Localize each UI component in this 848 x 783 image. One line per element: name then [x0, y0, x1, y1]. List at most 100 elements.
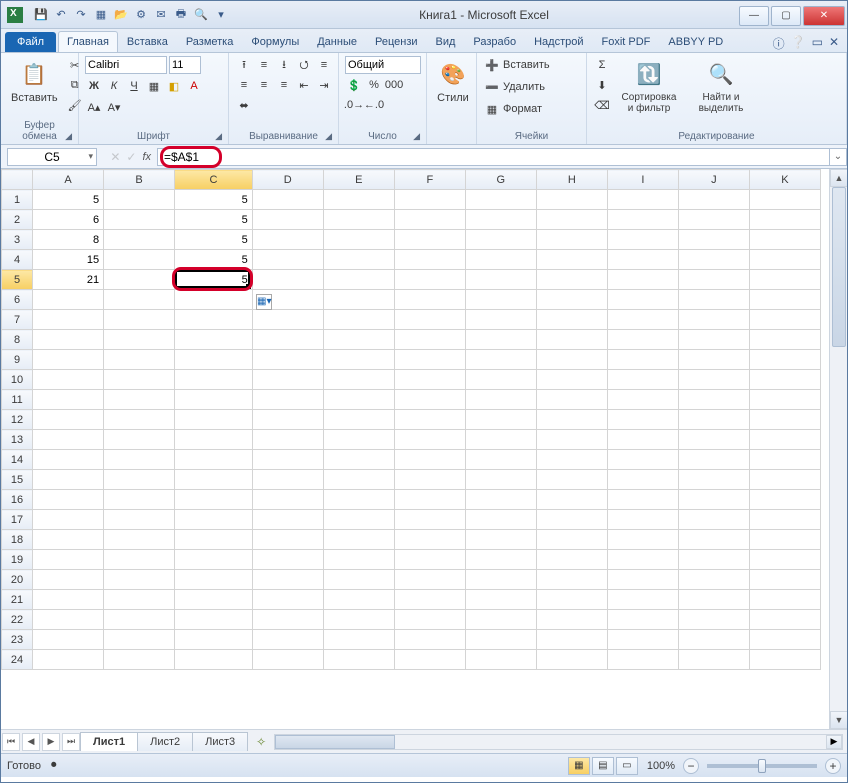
- cell-E11[interactable]: [323, 390, 394, 410]
- cell-E21[interactable]: [323, 590, 394, 610]
- cell-G3[interactable]: [465, 230, 536, 250]
- orientation-icon[interactable]: ⭯: [295, 56, 313, 74]
- clear-icon[interactable]: ⌫: [593, 96, 611, 114]
- cell-C15[interactable]: [175, 470, 253, 490]
- cell-A9[interactable]: [33, 350, 104, 370]
- cell-F9[interactable]: [394, 350, 465, 370]
- tab-file[interactable]: Файл: [5, 32, 56, 52]
- cell-H4[interactable]: [536, 250, 607, 270]
- cell-I10[interactable]: [607, 370, 678, 390]
- cell-K12[interactable]: [749, 410, 820, 430]
- cell-G1[interactable]: [465, 190, 536, 210]
- cell-F5[interactable]: [394, 270, 465, 290]
- cell-G24[interactable]: [465, 650, 536, 670]
- delete-cells-icon[interactable]: ➖: [483, 78, 501, 96]
- cell-G21[interactable]: [465, 590, 536, 610]
- tab-формулы[interactable]: Формулы: [242, 31, 308, 52]
- cell-H1[interactable]: [536, 190, 607, 210]
- qat-redo-icon[interactable]: ↷: [73, 7, 89, 23]
- cell-E4[interactable]: [323, 250, 394, 270]
- cell-K6[interactable]: [749, 290, 820, 310]
- font-launcher-icon[interactable]: ◢: [215, 131, 222, 142]
- help-icon[interactable]: ❔: [791, 35, 806, 52]
- cell-B19[interactable]: [104, 550, 175, 570]
- cell-I11[interactable]: [607, 390, 678, 410]
- cell-C13[interactable]: [175, 430, 253, 450]
- cell-D11[interactable]: [252, 390, 323, 410]
- cell-D18[interactable]: [252, 530, 323, 550]
- cell-B18[interactable]: [104, 530, 175, 550]
- cell-G15[interactable]: [465, 470, 536, 490]
- align-bottom-icon[interactable]: ⭳: [275, 56, 293, 74]
- cell-E13[interactable]: [323, 430, 394, 450]
- tab-рецензи[interactable]: Рецензи: [366, 31, 427, 52]
- cell-D19[interactable]: [252, 550, 323, 570]
- row-header-1[interactable]: 1: [2, 190, 33, 210]
- row-header-3[interactable]: 3: [2, 230, 33, 250]
- minimize-ribbon-icon[interactable]: ⓘ: [773, 35, 785, 52]
- col-header-E[interactable]: E: [323, 170, 394, 190]
- vertical-scrollbar[interactable]: ▲ ▼: [829, 169, 847, 729]
- cell-I13[interactable]: [607, 430, 678, 450]
- cell-B1[interactable]: [104, 190, 175, 210]
- cell-D12[interactable]: [252, 410, 323, 430]
- cell-G9[interactable]: [465, 350, 536, 370]
- cell-G19[interactable]: [465, 550, 536, 570]
- cell-C22[interactable]: [175, 610, 253, 630]
- cell-C5[interactable]: 5: [175, 270, 253, 290]
- cell-B24[interactable]: [104, 650, 175, 670]
- row-header-7[interactable]: 7: [2, 310, 33, 330]
- cell-C20[interactable]: [175, 570, 253, 590]
- macro-record-icon[interactable]: ⏺: [51, 759, 57, 772]
- cell-D24[interactable]: [252, 650, 323, 670]
- cell-K13[interactable]: [749, 430, 820, 450]
- cell-I21[interactable]: [607, 590, 678, 610]
- cell-E19[interactable]: [323, 550, 394, 570]
- cell-E23[interactable]: [323, 630, 394, 650]
- cell-H15[interactable]: [536, 470, 607, 490]
- qat-customize-icon[interactable]: ▾: [213, 7, 229, 23]
- cell-H19[interactable]: [536, 550, 607, 570]
- sheet-tab-Лист3[interactable]: Лист3: [192, 732, 248, 751]
- cell-I23[interactable]: [607, 630, 678, 650]
- cell-I3[interactable]: [607, 230, 678, 250]
- cell-B9[interactable]: [104, 350, 175, 370]
- cell-H7[interactable]: [536, 310, 607, 330]
- cell-A1[interactable]: 5: [33, 190, 104, 210]
- tab-разрабо[interactable]: Разрабо: [464, 31, 525, 52]
- qat-undo-icon[interactable]: ↶: [53, 7, 69, 23]
- cell-I5[interactable]: [607, 270, 678, 290]
- cell-J17[interactable]: [678, 510, 749, 530]
- cell-D21[interactable]: [252, 590, 323, 610]
- cell-J20[interactable]: [678, 570, 749, 590]
- cell-H17[interactable]: [536, 510, 607, 530]
- col-header-I[interactable]: I: [607, 170, 678, 190]
- row-header-22[interactable]: 22: [2, 610, 33, 630]
- cell-F10[interactable]: [394, 370, 465, 390]
- view-page-break-icon[interactable]: ▭: [616, 757, 638, 775]
- row-header-4[interactable]: 4: [2, 250, 33, 270]
- cell-I2[interactable]: [607, 210, 678, 230]
- cell-J21[interactable]: [678, 590, 749, 610]
- align-middle-icon[interactable]: ≡: [255, 56, 273, 74]
- cell-E10[interactable]: [323, 370, 394, 390]
- merge-button[interactable]: ⬌: [235, 96, 253, 114]
- cell-I18[interactable]: [607, 530, 678, 550]
- cell-D3[interactable]: [252, 230, 323, 250]
- cell-H3[interactable]: [536, 230, 607, 250]
- cell-K17[interactable]: [749, 510, 820, 530]
- col-header-G[interactable]: G: [465, 170, 536, 190]
- row-header-23[interactable]: 23: [2, 630, 33, 650]
- cell-B17[interactable]: [104, 510, 175, 530]
- sheet-tab-Лист1[interactable]: Лист1: [80, 732, 138, 751]
- sheet-nav-prev-icon[interactable]: ◀: [22, 733, 40, 751]
- qat-open-icon[interactable]: 📂: [113, 7, 129, 23]
- cell-F22[interactable]: [394, 610, 465, 630]
- row-header-15[interactable]: 15: [2, 470, 33, 490]
- cell-B4[interactable]: [104, 250, 175, 270]
- cell-C9[interactable]: [175, 350, 253, 370]
- cell-F23[interactable]: [394, 630, 465, 650]
- row-header-8[interactable]: 8: [2, 330, 33, 350]
- new-sheet-icon[interactable]: ✧: [252, 734, 270, 750]
- cell-J16[interactable]: [678, 490, 749, 510]
